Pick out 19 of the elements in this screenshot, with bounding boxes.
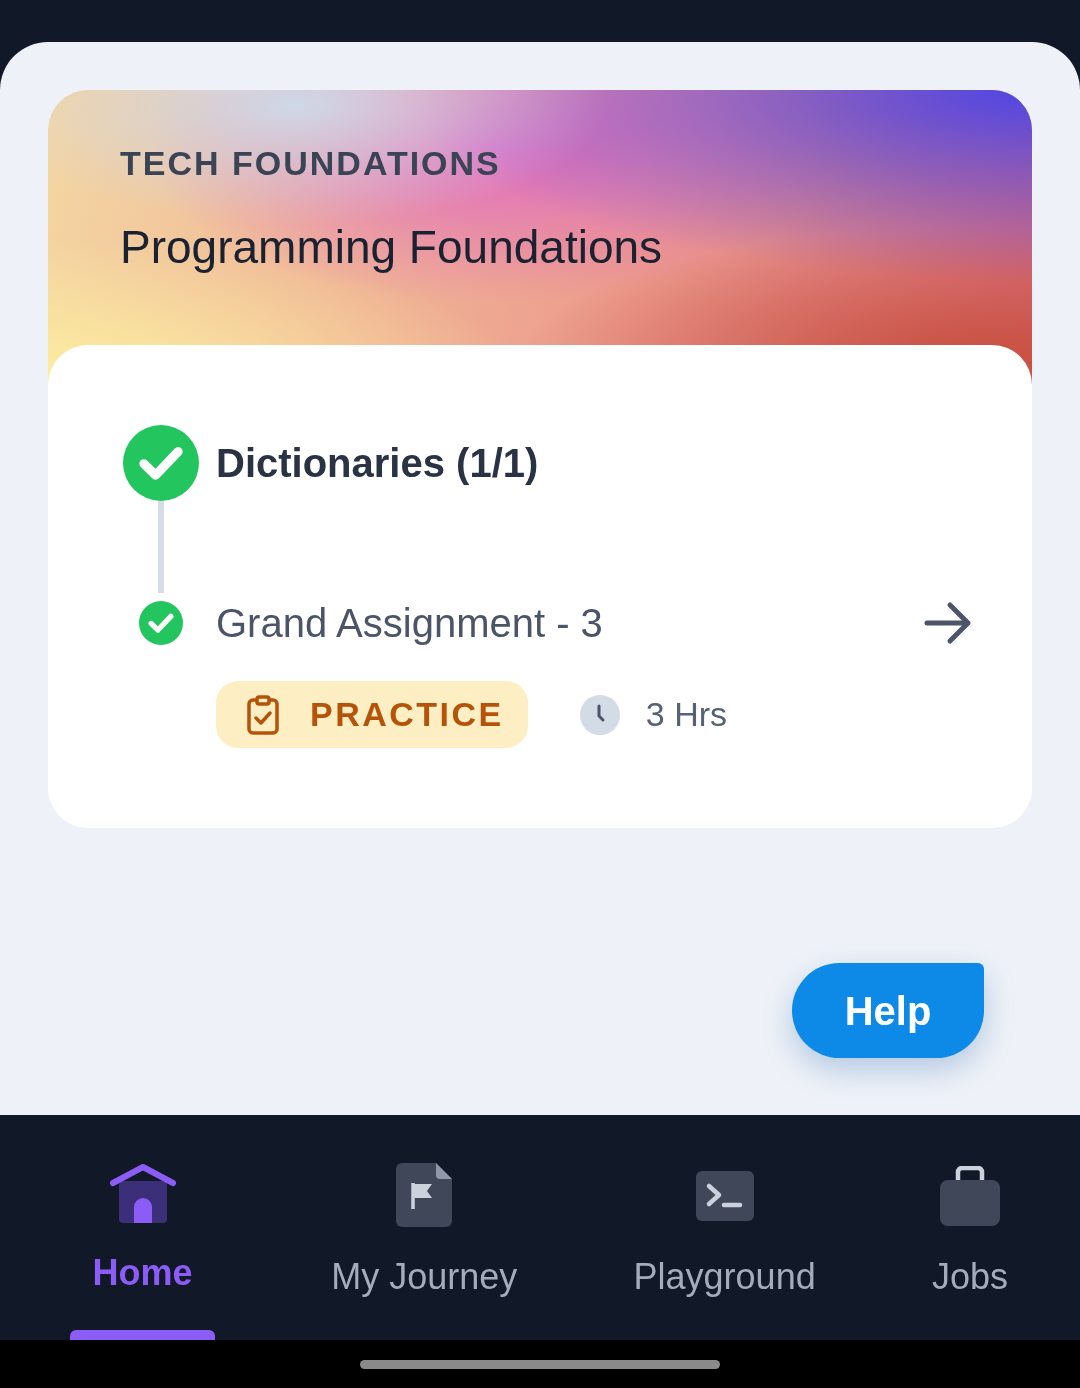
duration-text: 3 Hrs (645, 694, 728, 735)
nav-tab[interactable]: Playground (633, 1163, 816, 1340)
clock-icon (579, 694, 620, 735)
flag-document-icon (396, 1163, 453, 1229)
module-title: Dictionaries (1/1) (216, 440, 539, 487)
nav-tab[interactable]: My Journey (331, 1163, 518, 1340)
terminal-icon (695, 1171, 754, 1221)
nav-tab[interactable]: Home (70, 1163, 215, 1340)
practice-tag: PRACTICE (216, 681, 528, 748)
course-category: TECH FOUNDATIONS (120, 146, 502, 180)
course-title: Programming Foundations (120, 220, 664, 275)
home-indicator[interactable] (360, 1359, 720, 1369)
clipboard-icon (246, 694, 280, 735)
home-icon (108, 1163, 177, 1225)
help-button[interactable]: Help (792, 963, 984, 1058)
arrow-right-icon[interactable] (924, 601, 972, 645)
briefcase-icon (939, 1166, 1000, 1226)
nav-tab[interactable]: Jobs (931, 1163, 1008, 1340)
assignment-title[interactable]: Grand Assignment - 3 (216, 593, 924, 653)
